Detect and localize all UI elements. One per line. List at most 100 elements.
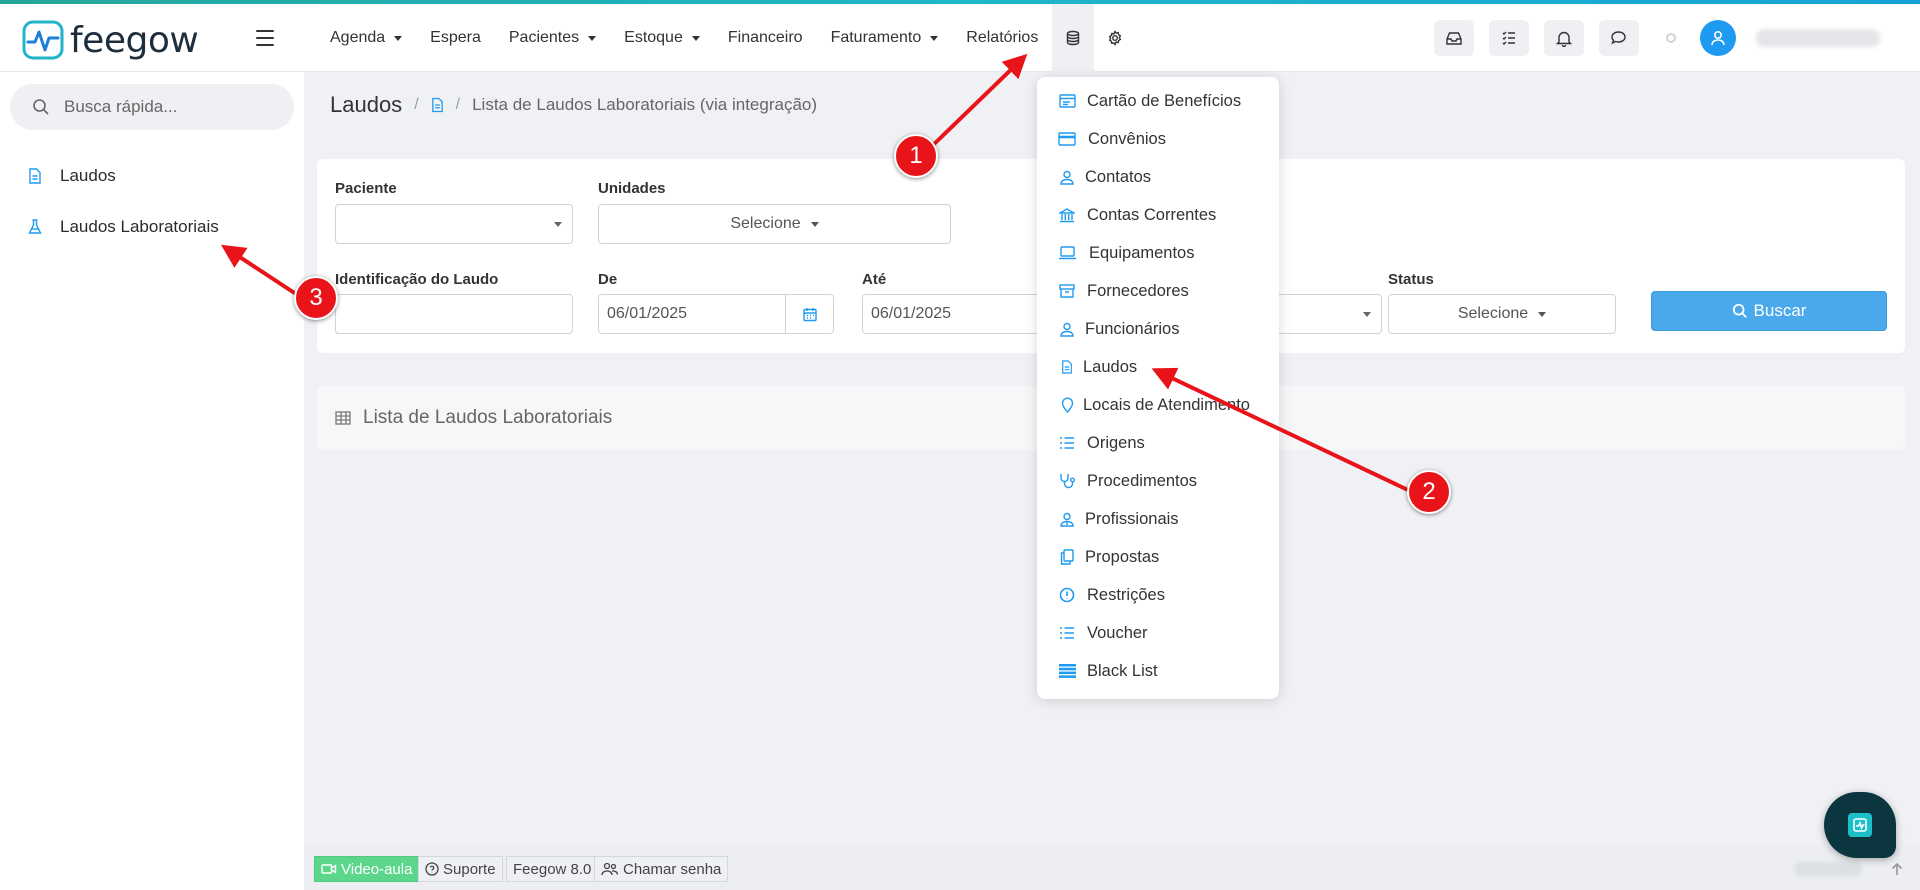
version-text: Feegow 8.0 [513,860,592,878]
nav-agenda[interactable]: Agenda [316,4,416,72]
video-aula-button[interactable]: Video-aula [314,856,420,882]
menu-item-funcionarios[interactable]: Funcionários [1057,317,1179,341]
menu-item-label: Locais de Atendimento [1083,395,1250,414]
assistant-icon [1853,818,1867,832]
brand-name: feegow [70,19,199,61]
cadastros-dropdown: Cartão de Benefícios Convênios Contatos … [1037,77,1279,699]
menu-item-voucher[interactable]: Voucher [1057,621,1148,645]
sidebar-item-laudos-laboratoriais[interactable]: Laudos Laboratoriais [28,217,219,237]
list-icon [1060,627,1074,639]
paciente-label: Paciente [335,180,397,197]
search-button[interactable]: Buscar [1651,291,1887,331]
unidades-select[interactable]: Selecione [598,204,951,244]
notifications-button[interactable] [1544,20,1584,56]
breadcrumb-separator: / [455,96,461,113]
nav-cadastros[interactable] [1052,4,1095,72]
menu-item-label: Profissionais [1085,509,1179,528]
menu-item-label: Contas Correntes [1087,205,1217,224]
user-name-redacted [1756,29,1880,47]
menu-item-equipamentos[interactable]: Equipamentos [1057,241,1195,265]
nav-faturamento[interactable]: Faturamento [817,4,953,72]
nav-faturamento-label: Faturamento [830,29,922,46]
nav-financeiro[interactable]: Financeiro [714,4,817,72]
menu-item-origens[interactable]: Origens [1057,431,1145,455]
menu-item-label: Fornecedores [1087,281,1189,300]
menu-item-label: Origens [1087,433,1145,452]
annotation-badge-1: 1 [894,134,938,178]
tasks-button[interactable] [1489,20,1529,56]
sidebar: Laudos Laudos Laboratoriais [0,72,304,890]
feegow-logo[interactable]: feegow [22,19,199,61]
suporte-button[interactable]: Suporte [418,856,503,882]
list-panel-title: Lista de Laudos Laboratoriais [363,407,613,428]
nav-pacientes[interactable]: Pacientes [495,4,610,72]
footer-bar: Video-aula Suporte Feegow 8.0 Chamar sen… [304,846,1920,890]
chamar-senha-label: Chamar senha [623,860,722,878]
help-circle-icon [425,862,439,876]
paciente-select[interactable] [335,204,573,244]
menu-item-contas-correntes[interactable]: Contas Correntes [1057,203,1216,227]
chevron-down-icon [394,35,403,41]
menu-item-black-list[interactable]: Black List [1057,659,1158,683]
arrow-up-icon [1891,862,1903,875]
nav-settings[interactable] [1094,4,1136,72]
nav-pacientes-label: Pacientes [508,29,580,46]
database-icon [1067,30,1080,46]
assistant-fab-button[interactable] [1824,792,1896,858]
video-camera-icon [321,864,337,874]
menu-item-label: Laudos [1083,357,1138,376]
chat-button[interactable] [1599,20,1639,56]
main-nav: Agenda Espera Pacientes Estoque Financei… [316,4,1136,72]
ate-date-field[interactable]: 06/01/2025 [862,294,1058,334]
search-input[interactable] [64,97,284,117]
status-select[interactable]: Selecione [1388,294,1616,334]
menu-item-propostas[interactable]: Propostas [1057,545,1159,569]
menu-item-cartao-beneficios[interactable]: Cartão de Benefícios [1057,89,1241,113]
copy-icon [1060,549,1074,565]
menu-item-label: Contatos [1085,167,1152,186]
sidebar-item-laudos[interactable]: Laudos [28,166,116,186]
nav-relatorios[interactable]: Relatórios [952,4,1052,72]
menu-item-laudos[interactable]: Laudos [1057,355,1137,379]
menu-item-restricoes[interactable]: Restrições [1057,583,1165,607]
rows-icon [1058,664,1076,678]
search-icon [1732,303,1747,318]
avatar[interactable] [1700,20,1736,56]
scroll-top-button[interactable] [1884,856,1910,882]
inbox-button[interactable] [1434,20,1474,56]
menu-item-procedimentos[interactable]: Procedimentos [1057,469,1197,493]
user-icon [1060,322,1074,337]
unidades-value: Selecione [730,215,801,232]
menu-item-fornecedores[interactable]: Fornecedores [1057,279,1189,303]
menu-item-contatos[interactable]: Contatos [1057,165,1151,189]
identificacao-field[interactable] [335,294,573,334]
menu-item-label: Funcionários [1085,319,1180,338]
chevron-down-icon [810,221,819,227]
calendar-button[interactable] [785,295,833,333]
chat-icon [1611,31,1626,45]
users-icon [601,862,619,876]
menu-item-label: Cartão de Benefícios [1087,91,1242,110]
archive-icon [1059,284,1075,298]
search-button-label: Buscar [1753,301,1807,320]
nav-relatorios-label: Relatórios [966,29,1039,46]
menu-toggle-icon[interactable] [256,30,274,46]
nav-estoque-label: Estoque [624,29,683,46]
user-icon [1711,30,1725,46]
de-date-field[interactable]: 06/01/2025 [598,294,834,334]
document-icon [1062,360,1072,374]
nav-estoque[interactable]: Estoque [610,4,714,72]
sidebar-item-label: Laudos [60,166,116,185]
breadcrumb-page: Lista de Laudos Laboratoriais (via integ… [472,95,818,114]
nav-espera[interactable]: Espera [416,4,495,72]
chevron-down-icon [691,35,700,41]
chamar-senha-button[interactable]: Chamar senha [594,856,729,882]
alert-circle-icon [1059,587,1075,603]
menu-item-locais-atendimento[interactable]: Locais de Atendimento [1057,393,1250,417]
menu-item-convenios[interactable]: Convênios [1057,127,1166,151]
menu-item-label: Black List [1087,661,1158,680]
quick-search [10,84,294,130]
stethoscope-icon [1060,474,1075,489]
status-value: Selecione [1457,305,1529,322]
menu-item-profissionais[interactable]: Profissionais [1057,507,1179,531]
